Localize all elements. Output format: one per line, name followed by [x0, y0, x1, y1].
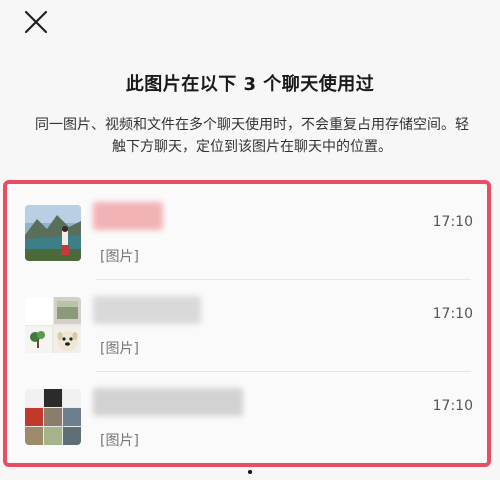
chat-name-redacted	[93, 388, 243, 416]
group-avatar	[25, 389, 81, 445]
page-description: 同一图片、视频和文件在多个聊天使用时，不会重复占用存储空间。轻触下方聊天，定位到…	[35, 117, 469, 155]
chat-time: 17:10	[432, 398, 473, 414]
chat-preview: [图片]	[100, 341, 139, 357]
photo-tile-icon	[53, 297, 81, 324]
chat-time: 17:10	[432, 214, 473, 230]
close-icon	[24, 10, 48, 34]
chat-item[interactable]: 17:10 [图片]	[11, 372, 483, 464]
chat-item[interactable]: 17:10 [图片]	[11, 280, 483, 372]
chat-item[interactable]: 17:10 [图片]	[11, 188, 483, 280]
chat-name-redacted	[93, 202, 163, 230]
group-avatar	[25, 297, 81, 353]
chat-usage-page: 此图片在以下 3 个聊天使用过 同一图片、视频和文件在多个聊天使用时，不会重复占…	[0, 0, 500, 480]
landscape-photo-icon	[25, 205, 81, 261]
chat-preview: [图片]	[100, 249, 139, 265]
chat-time: 17:10	[432, 306, 473, 322]
chat-list-highlight: 17:10 [图片] 17:10 [图片] 17:10 [图片]	[3, 180, 491, 467]
chat-avatar	[25, 205, 81, 261]
page-title: 此图片在以下 3 个聊天使用过	[125, 74, 375, 95]
chat-name-redacted	[93, 296, 201, 324]
chat-preview: [图片]	[100, 433, 139, 449]
plant-tile-icon	[25, 325, 52, 353]
dog-tile-icon	[53, 325, 81, 353]
close-button[interactable]	[22, 8, 50, 36]
page-indicator-dot	[248, 470, 252, 474]
